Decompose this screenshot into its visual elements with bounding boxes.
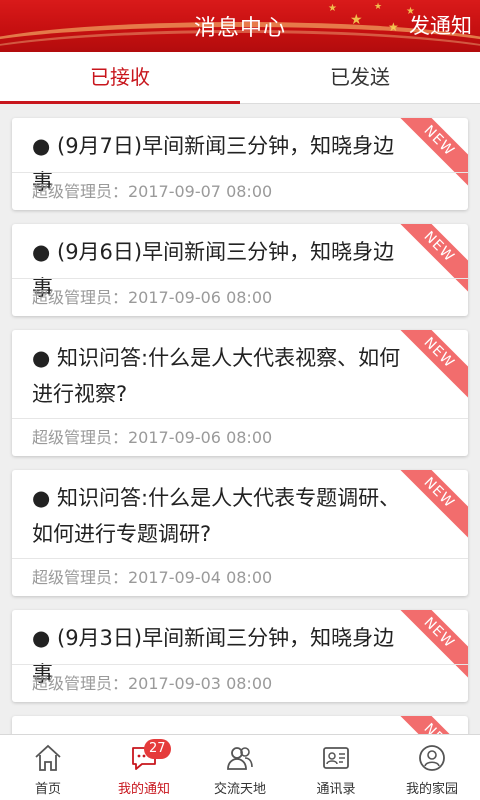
tabbar-item-contacts[interactable]: 通讯录 bbox=[288, 735, 384, 800]
contact-card-icon bbox=[323, 747, 349, 769]
message-meta: 超级管理员：2017-09-06 08:00 bbox=[12, 278, 468, 316]
profile-icon bbox=[419, 745, 445, 771]
message-title bbox=[12, 716, 468, 726]
message-card[interactable]: NEW ● (9月7日)早间新闻三分钟，知晓身边事 超级管理员：2017-09-… bbox=[12, 118, 468, 210]
page-title: 消息中心 bbox=[193, 16, 286, 41]
tab-sent[interactable]: 已发送 bbox=[240, 52, 480, 103]
tabbar-item-home[interactable]: 首页 bbox=[0, 735, 96, 800]
message-meta: 超级管理员：2017-09-03 08:00 bbox=[12, 664, 468, 702]
message-meta: 超级管理员：2017-09-06 08:00 bbox=[12, 418, 468, 456]
tabbar-item-notices[interactable]: 27 我的通知 bbox=[96, 735, 192, 800]
home-icon bbox=[35, 744, 61, 771]
tabbar-label: 我的通知 bbox=[117, 782, 170, 797]
message-meta: 超级管理员：2017-09-07 08:00 bbox=[12, 172, 468, 210]
bottom-tab-bar: 首页 27 我的通知 交流天地 通讯录 我的家园 bbox=[0, 734, 480, 800]
tabbar-label: 交流天地 bbox=[213, 782, 266, 797]
message-card[interactable]: NEW ● (9月6日)早间新闻三分钟，知晓身边事 超级管理员：2017-09-… bbox=[12, 224, 468, 316]
tabbar-label: 我的家园 bbox=[405, 782, 458, 797]
message-title: ● 知识问答:什么是人大代表视察、如何进行视察? bbox=[32, 346, 401, 406]
tabbar-item-community[interactable]: 交流天地 bbox=[192, 735, 288, 800]
tab-bar: 已接收 已发送 bbox=[0, 52, 480, 104]
tabbar-label: 通讯录 bbox=[316, 782, 356, 797]
message-card[interactable]: NEW ● 知识问答:什么是人大代表专题调研、如何进行专题调研? 超级管理员：2… bbox=[12, 470, 468, 596]
tabbar-item-home-garden[interactable]: 我的家园 bbox=[384, 735, 480, 800]
message-card[interactable]: NEW bbox=[12, 716, 468, 734]
message-meta: 超级管理员：2017-09-04 08:00 bbox=[12, 558, 468, 596]
message-list[interactable]: NEW ● (9月7日)早间新闻三分钟，知晓身边事 超级管理员：2017-09-… bbox=[0, 104, 480, 734]
message-card[interactable]: NEW ● 知识问答:什么是人大代表视察、如何进行视察? 超级管理员：2017-… bbox=[12, 330, 468, 456]
unread-count-badge: 27 bbox=[144, 739, 171, 759]
tabbar-label: 首页 bbox=[34, 782, 61, 797]
message-title: ● 知识问答:什么是人大代表专题调研、如何进行专题调研? bbox=[32, 486, 401, 546]
users-icon bbox=[227, 747, 253, 770]
send-notice-button[interactable]: 发通知 bbox=[409, 10, 472, 40]
tab-received[interactable]: 已接收 bbox=[0, 52, 240, 104]
app-header: ★ ★ ★ ★ ★ 消息中心 发通知 bbox=[0, 0, 480, 52]
message-card[interactable]: NEW ● (9月3日)早间新闻三分钟，知晓身边事 超级管理员：2017-09-… bbox=[12, 610, 468, 702]
